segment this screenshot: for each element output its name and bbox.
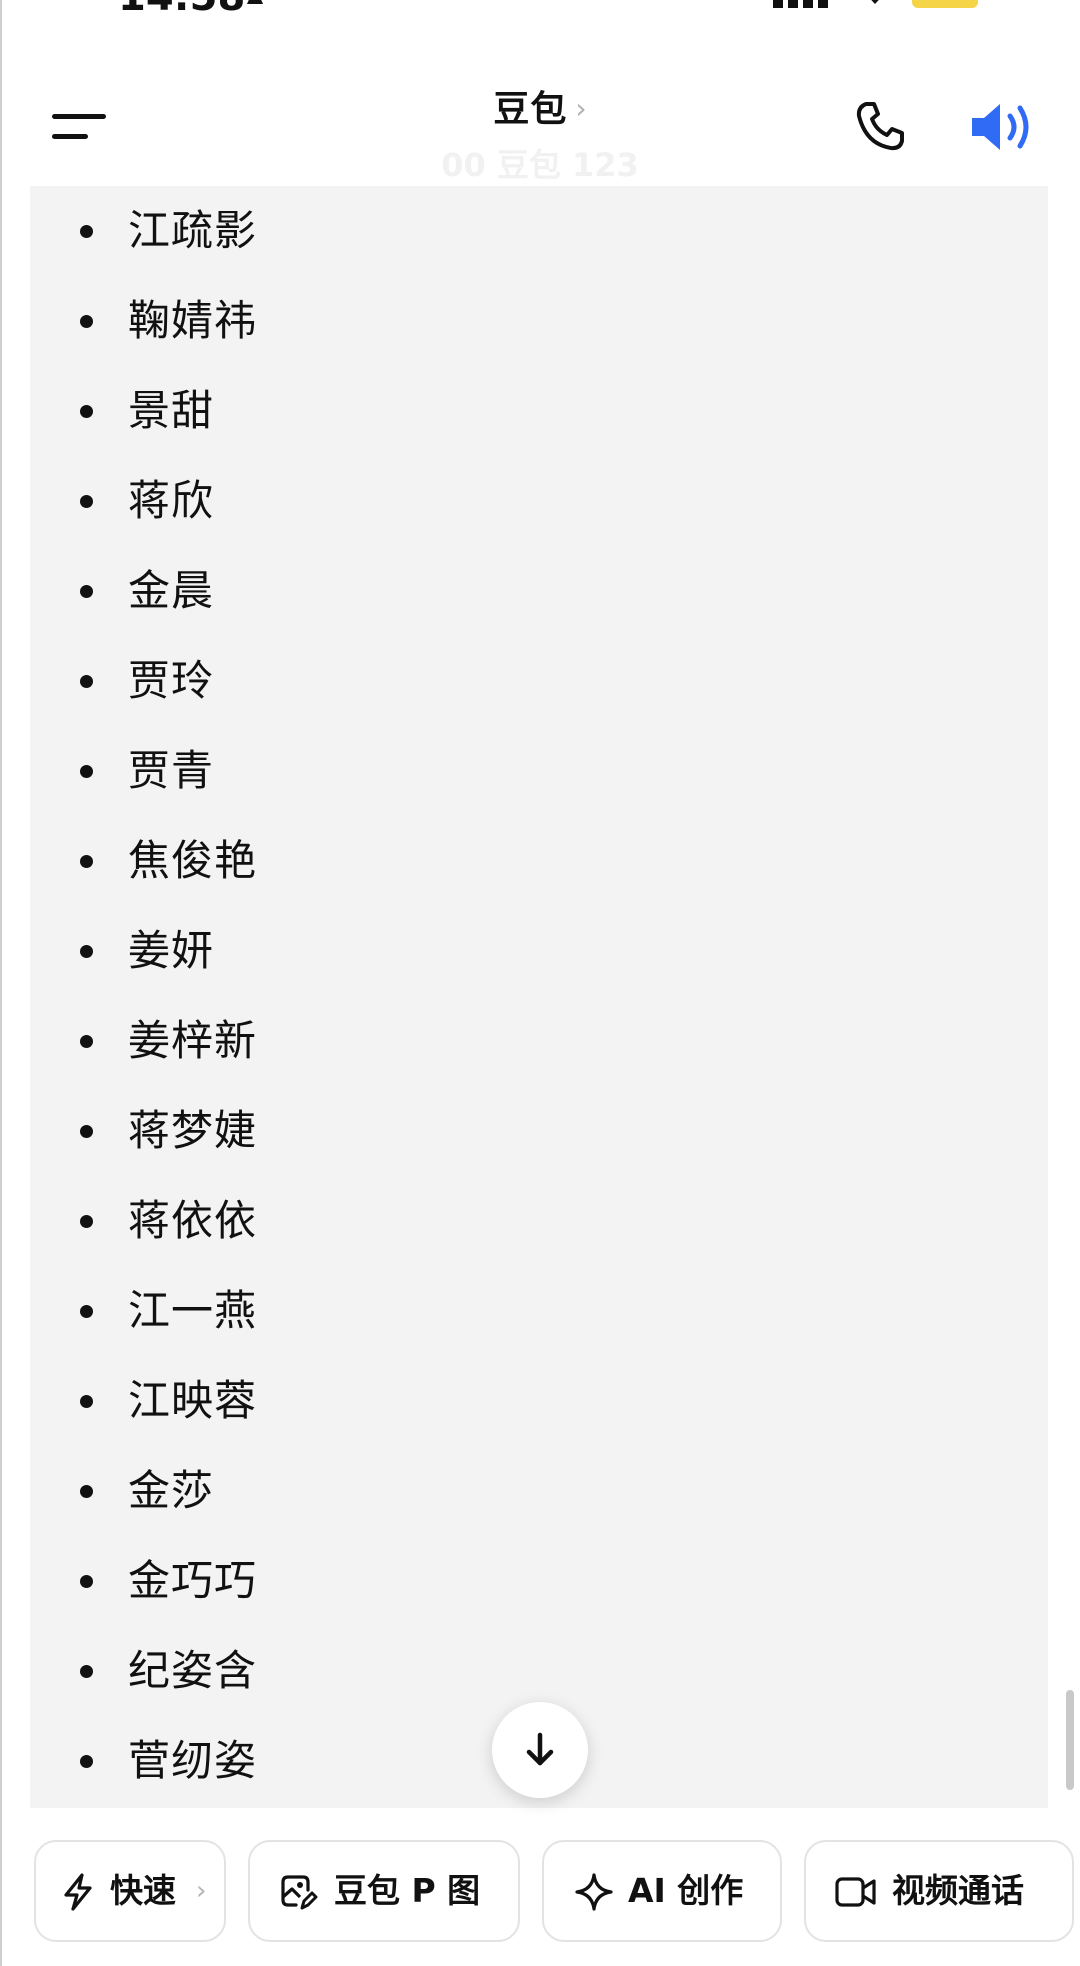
list-item: 贾玲: [30, 636, 1048, 726]
list-item-text: 蒋依依: [128, 1196, 258, 1245]
bullet-icon: [80, 405, 93, 418]
video-call-button[interactable]: 视频通话: [804, 1840, 1074, 1942]
list-item: 金巧巧: [30, 1536, 1048, 1626]
list-item-text: 景甜: [128, 386, 215, 435]
frame-edge: [0, 0, 2, 1966]
bullet-icon: [80, 315, 93, 328]
quick-mode-label: 快速: [110, 1871, 176, 1910]
speaker-icon[interactable]: [968, 100, 1034, 154]
bullet-icon: [80, 765, 93, 778]
list-item: 金莎: [30, 1446, 1048, 1536]
list-item-text: 焦俊艳: [128, 836, 258, 885]
list-item: 贾青: [30, 726, 1048, 816]
list-item: 江映蓉: [30, 1356, 1048, 1446]
list-item-text: 纪姿含: [128, 1646, 258, 1695]
signal-icon: [773, 0, 828, 8]
list-item-text: 金晨: [128, 566, 215, 615]
bullet-icon: [80, 1125, 93, 1138]
list-item-text: 江疏影: [128, 206, 258, 255]
message-content: 江疏影鞠婧祎景甜蒋欣金晨贾玲贾青焦俊艳姜妍姜梓新蒋梦婕蒋依依江一燕江映蓉金莎金巧…: [30, 186, 1048, 1808]
status-time: 14:58: [118, 0, 245, 20]
list-item-text: 金莎: [128, 1466, 215, 1515]
list-item: 景甜: [30, 366, 1048, 456]
arrow-down-icon: [526, 1732, 554, 1766]
ai-create-label: AI 创作: [628, 1871, 744, 1910]
status-bar: 14:58: [0, 0, 1080, 24]
bullet-icon: [80, 585, 93, 598]
chat-header: 豆包 › 00 豆包 123: [0, 60, 1080, 188]
list-item: 江一燕: [30, 1266, 1048, 1356]
list-item: 蒋欣: [30, 456, 1048, 546]
list-item-text: 蒋欣: [128, 476, 215, 525]
image-edit-icon: [281, 1875, 318, 1910]
sparkle-icon: [575, 1873, 613, 1911]
list-item: 江疏影: [30, 186, 1048, 276]
list-item: 姜妍: [30, 906, 1048, 996]
chat-title: 豆包: [493, 89, 568, 130]
list-item-text: 贾青: [128, 746, 215, 795]
faint-subtitle: 00 豆包 123: [441, 146, 639, 184]
bullet-icon: [80, 1215, 93, 1228]
wifi-icon: [871, 0, 879, 4]
chevron-right-icon: ›: [575, 92, 587, 125]
bullet-icon: [80, 1395, 93, 1408]
bullet-icon: [80, 1305, 93, 1318]
quick-mode-button[interactable]: 快速 ›: [34, 1840, 226, 1942]
list-item-text: 金巧巧: [128, 1556, 258, 1605]
list-item: 蒋梦婕: [30, 1086, 1048, 1176]
bullet-icon: [80, 495, 93, 508]
chevron-right-icon: ›: [196, 1876, 207, 1906]
scroll-to-bottom-button[interactable]: [492, 1702, 588, 1798]
scrollbar[interactable]: [1066, 1690, 1074, 1790]
list-item-text: 姜妍: [128, 926, 215, 975]
bullet-icon: [80, 1035, 93, 1048]
list-item-text: 鞠婧祎: [128, 296, 258, 345]
bullet-icon: [80, 855, 93, 868]
ai-create-button[interactable]: AI 创作: [542, 1840, 782, 1942]
list-item: 金晨: [30, 546, 1048, 636]
phone-icon[interactable]: [852, 98, 908, 154]
video-call-label: 视频通话: [892, 1871, 1024, 1910]
list-item-text: 姜梓新: [128, 1016, 258, 1065]
list-item-text: 蒋梦婕: [128, 1106, 258, 1155]
doubao-p-image-button[interactable]: 豆包 P 图: [248, 1840, 520, 1942]
doubao-p-image-label: 豆包 P 图: [334, 1871, 481, 1910]
list-item-text: 贾玲: [128, 656, 215, 705]
list-item-text: 江一燕: [128, 1286, 258, 1335]
battery-icon: [912, 0, 978, 8]
bell-muted-icon: [247, 0, 263, 4]
chat-title-button[interactable]: 豆包 ›: [0, 80, 1080, 132]
bullet-icon: [80, 1665, 93, 1678]
bullet-icon: [80, 945, 93, 958]
name-list: 江疏影鞠婧祎景甜蒋欣金晨贾玲贾青焦俊艳姜妍姜梓新蒋梦婕蒋依依江一燕江映蓉金莎金巧…: [30, 186, 1048, 1806]
bullet-icon: [80, 675, 93, 688]
list-item-text: 菅纫姿: [128, 1736, 258, 1785]
list-item: 鞠婧祎: [30, 276, 1048, 366]
video-camera-icon: [835, 1877, 876, 1907]
bullet-icon: [80, 225, 93, 238]
list-item-text: 江映蓉: [128, 1376, 258, 1425]
list-item: 姜梓新: [30, 996, 1048, 1086]
list-item: 焦俊艳: [30, 816, 1048, 906]
lightning-icon: [64, 1873, 92, 1911]
quick-actions-bar: 快速 › 豆包 P 图 AI 创作 视频通话: [0, 1840, 1080, 1946]
list-item: 蒋依依: [30, 1176, 1048, 1266]
bullet-icon: [80, 1485, 93, 1498]
bullet-icon: [80, 1575, 93, 1588]
bullet-icon: [80, 1755, 93, 1768]
